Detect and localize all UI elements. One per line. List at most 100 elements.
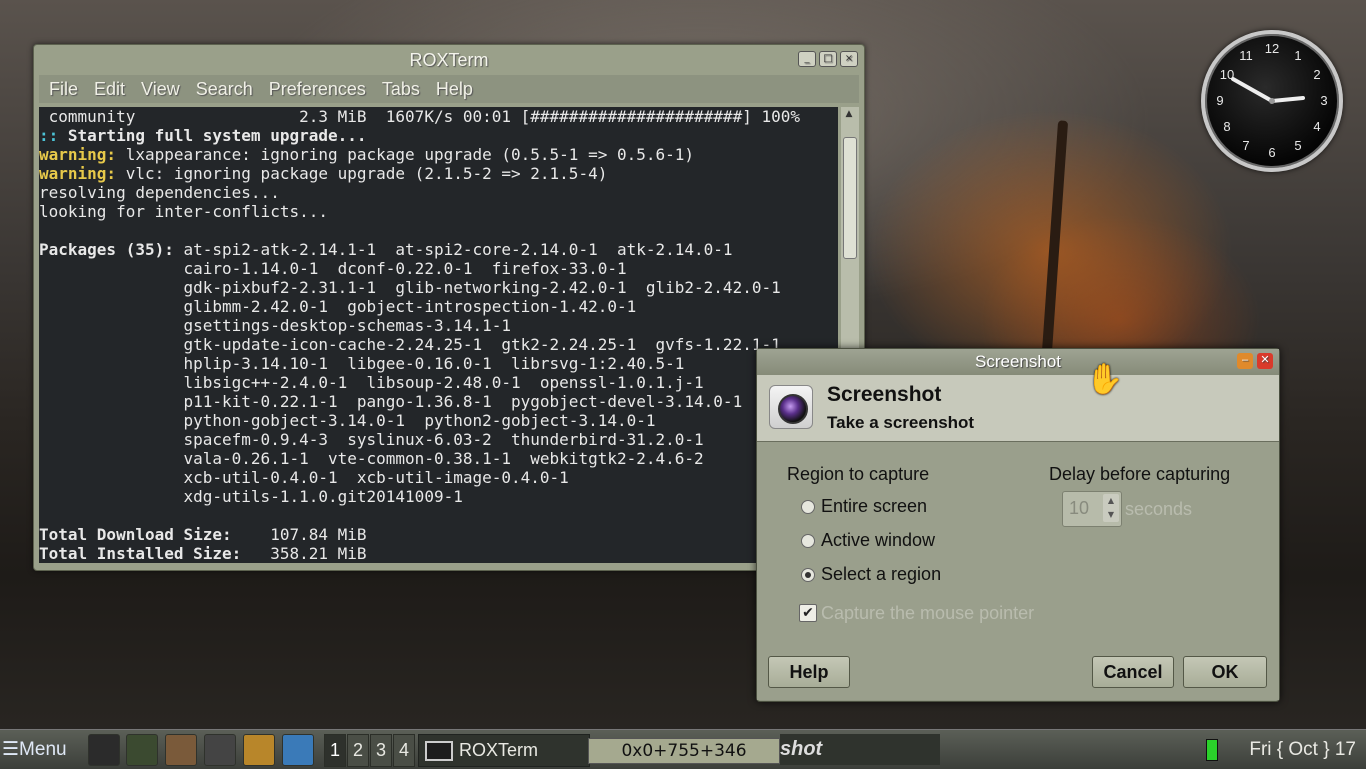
- minimize-button[interactable]: _: [798, 51, 816, 67]
- terminal-line: warning: vlc: ignoring package upgrade (…: [39, 164, 838, 183]
- terminal-line-prefix: Packages (35):: [39, 240, 174, 259]
- radio-active-window[interactable]: [801, 534, 815, 548]
- terminal-line-text: hplip-3.14.10-1 libgee-0.16.0-1 librsvg-…: [39, 354, 685, 373]
- terminal-line-text: python-gobject-3.14.0-1 python2-gobject-…: [39, 411, 656, 430]
- delay-spinbox[interactable]: 10 ▲ ▼: [1062, 491, 1122, 527]
- dialog-subheading: Take a screenshot: [827, 413, 975, 432]
- terminal-line: libsigc++-2.4.0-1 libsoup-2.48.0-1 opens…: [39, 373, 838, 392]
- terminal-line-prefix: warning:: [39, 145, 117, 164]
- media-launcher-icon[interactable]: [126, 734, 158, 766]
- terminal-line-text: community 2.3 MiB 1607K/s 00:01 [#######…: [39, 107, 800, 126]
- terminal-line: community 2.3 MiB 1607K/s 00:01 [#######…: [39, 107, 838, 126]
- terminal-line-text: gdk-pixbuf2-2.31.1-1 glib-networking-2.4…: [39, 278, 781, 297]
- menu-search[interactable]: Search: [196, 79, 253, 100]
- roxterm-titlebar[interactable]: ROXTerm _ □ ×: [34, 45, 864, 75]
- terminal-line-text: Starting full system upgrade...: [58, 126, 367, 145]
- dialog-heading: Screenshot: [827, 383, 942, 406]
- clock-number: 11: [1239, 47, 1253, 63]
- screenshot-dialog[interactable]: Screenshot – ✕ Screenshot Take a screens…: [756, 348, 1280, 702]
- delay-value[interactable]: 10: [1069, 498, 1089, 519]
- terminal-line-text: 107.84 MiB: [231, 525, 367, 544]
- menu-help[interactable]: Help: [436, 79, 473, 100]
- dialog-window-title: Screenshot: [975, 352, 1061, 371]
- terminal-line: gsettings-desktop-schemas-3.14.1-1: [39, 316, 838, 335]
- terminal-line: vala-0.26.1-1 vte-common-0.38.1-1 webkit…: [39, 449, 838, 468]
- close-button[interactable]: ×: [840, 51, 858, 67]
- help-button[interactable]: Help: [768, 656, 850, 688]
- terminal-line-prefix: ::: [39, 126, 59, 145]
- terminal-line-prefix: Total Installed Size:: [39, 544, 242, 563]
- terminal-line: hplip-3.14.10-1 libgee-0.16.0-1 librsvg-…: [39, 354, 838, 373]
- terminal-line-prefix: warning:: [39, 164, 117, 183]
- folder-launcher-icon[interactable]: [243, 734, 275, 766]
- taskbar-window-roxterm[interactable]: ROXTerm: [418, 734, 590, 767]
- desktop-4[interactable]: 4: [393, 734, 415, 767]
- terminal-line-text: cairo-1.14.0-1 dconf-0.22.0-1 firefox-33…: [39, 259, 627, 278]
- clock-number: 6: [1268, 145, 1276, 160]
- region-label: Region to capture: [787, 464, 930, 484]
- menu-edit[interactable]: Edit: [94, 79, 125, 100]
- analog-clock: 12 1 2 3 4 5 6 7 8 9 10 11: [1201, 30, 1343, 172]
- terminal-line-text: spacefm-0.9.4-3 syslinux-6.03-2 thunderb…: [39, 430, 704, 449]
- desktop-1[interactable]: 1: [324, 734, 346, 767]
- roxterm-window[interactable]: ROXTerm _ □ × File Edit View Search Pref…: [33, 44, 865, 571]
- terminal-line-text: gtk-update-icon-cache-2.24.25-1 gtk2-2.2…: [39, 335, 781, 354]
- clock-number: 7: [1242, 138, 1250, 154]
- clock-number: 1: [1294, 47, 1302, 63]
- terminal-line-text: p11-kit-0.22.1-1 pango-1.36.8-1 pygobjec…: [39, 392, 743, 411]
- option-active-window[interactable]: Active window: [821, 530, 935, 551]
- cancel-button[interactable]: Cancel: [1092, 656, 1174, 688]
- radio-select-region[interactable]: [801, 568, 815, 582]
- desktop-3[interactable]: 3: [370, 734, 392, 767]
- terminal-line: python-gobject-3.14.0-1 python2-gobject-…: [39, 411, 838, 430]
- terminal-line: resolving dependencies...: [39, 183, 838, 202]
- option-select-region[interactable]: Select a region: [821, 564, 941, 585]
- capture-pointer-checkbox[interactable]: ✔: [799, 604, 817, 622]
- radio-entire-screen[interactable]: [801, 500, 815, 514]
- terminal-launcher-icon[interactable]: [88, 734, 120, 766]
- terminal-line-text: vlc: ignoring package upgrade (2.1.5-2 =…: [116, 164, 608, 183]
- terminal-line-text: at-spi2-atk-2.14.1-1 at-spi2-core-2.14.0…: [173, 240, 733, 259]
- capture-pointer-label[interactable]: Capture the mouse pointer: [821, 603, 1034, 624]
- delay-label: Delay before capturing: [1049, 464, 1231, 484]
- hand-cursor-icon: ✋: [1086, 362, 1124, 397]
- apps-launcher-icon[interactable]: [165, 734, 197, 766]
- dialog-minimize-icon[interactable]: –: [1237, 353, 1253, 369]
- taskbar-window-screenshot[interactable]: shot: [780, 734, 940, 765]
- terminal-line-text: vala-0.26.1-1 vte-common-0.38.1-1 webkit…: [39, 449, 704, 468]
- terminal-line-text: looking for inter-conflicts...: [39, 202, 328, 221]
- menu-button[interactable]: ☰Menu: [2, 734, 78, 765]
- menu-view[interactable]: View: [141, 79, 180, 100]
- menu-tabs[interactable]: Tabs: [382, 79, 420, 100]
- terminal-line-prefix: Total Download Size:: [39, 525, 232, 544]
- maximize-button[interactable]: □: [819, 51, 837, 67]
- terminal-output[interactable]: community 2.3 MiB 1607K/s 00:01 [#######…: [39, 107, 838, 563]
- dialog-header: Screenshot Take a screenshot: [757, 375, 1279, 442]
- clock-number: 4: [1313, 119, 1321, 134]
- browser-launcher-icon[interactable]: [282, 734, 314, 766]
- clock-number: 5: [1294, 138, 1302, 154]
- camera-icon: [769, 385, 813, 429]
- terminal-line: cairo-1.14.0-1 dconf-0.22.0-1 firefox-33…: [39, 259, 838, 278]
- terminal-line: gdk-pixbuf2-2.31.1-1 glib-networking-2.4…: [39, 278, 838, 297]
- screenshot-launcher-icon[interactable]: [204, 734, 236, 766]
- taskbar-clock[interactable]: Fri { Oct } 17: [1216, 734, 1356, 765]
- clock-number: 3: [1320, 93, 1328, 108]
- desktop-2[interactable]: 2: [347, 734, 369, 767]
- menu-preferences[interactable]: Preferences: [269, 79, 366, 100]
- terminal-line-text: glibmm-2.42.0-1 gobject-introspection-1.…: [39, 297, 637, 316]
- dialog-titlebar[interactable]: Screenshot – ✕: [757, 349, 1279, 375]
- taskbar-window-label: ROXTerm: [459, 740, 539, 760]
- ok-button[interactable]: OK: [1183, 656, 1267, 688]
- option-entire-screen[interactable]: Entire screen: [821, 496, 927, 517]
- clock-number: 12: [1264, 41, 1280, 56]
- scrollbar-thumb[interactable]: [843, 137, 857, 259]
- terminal-line: :: Starting full system upgrade...: [39, 126, 838, 145]
- spin-arrows-icon[interactable]: ▲ ▼: [1103, 494, 1119, 522]
- dialog-close-icon[interactable]: ✕: [1257, 353, 1273, 369]
- menu-file[interactable]: File: [49, 79, 78, 100]
- menubar: File Edit View Search Preferences Tabs H…: [39, 75, 859, 103]
- scroll-up-icon[interactable]: ▲: [843, 109, 855, 121]
